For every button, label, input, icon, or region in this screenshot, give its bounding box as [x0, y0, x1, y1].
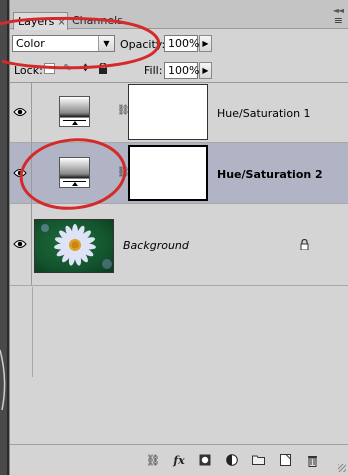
fill-slider-button[interactable]: ▶	[199, 62, 212, 79]
resize-grip[interactable]	[338, 464, 346, 472]
eye-icon[interactable]	[13, 107, 27, 117]
layer-name[interactable]: Hue/Saturation 1	[217, 107, 311, 120]
fill-label: Fill:	[144, 64, 163, 77]
opacity-input[interactable]: 100%	[164, 35, 199, 52]
close-icon[interactable]: ×	[57, 17, 65, 28]
chevron-down-icon[interactable]: ▼	[98, 36, 114, 51]
lock-position-icon[interactable]: ✥	[80, 63, 91, 74]
opacity-label: Opacity:	[120, 38, 166, 51]
trash-icon[interactable]	[306, 454, 318, 468]
layer-mask-thumbnail[interactable]	[128, 84, 208, 140]
blend-mode-value: Color	[16, 37, 45, 50]
tab-channels-label: Channels	[72, 14, 123, 27]
layer-mask-thumbnail[interactable]	[128, 145, 208, 201]
fill-input[interactable]: 100%	[164, 62, 199, 79]
add-mask-icon[interactable]	[198, 454, 212, 468]
eye-icon[interactable]	[13, 168, 27, 178]
eye-icon[interactable]	[13, 239, 27, 249]
canvas-edge	[0, 0, 9, 475]
layer-name[interactable]: Hue/Saturation 2	[217, 168, 323, 181]
visibility-cell[interactable]	[10, 143, 32, 203]
folder-icon[interactable]	[251, 454, 265, 468]
daisy-image	[41, 224, 112, 269]
layer-row-hue-saturation-2[interactable]: ⛓ Hue/Saturation 2	[10, 143, 348, 204]
layers-panel: Layers × Channels ◄◄ ≡ Color ▼ Opacity: 1…	[9, 0, 348, 475]
lock-label: Lock:	[14, 64, 43, 77]
new-layer-icon[interactable]	[279, 454, 291, 468]
layer-row-hue-saturation-1[interactable]: ⛓ Hue/Saturation 1	[10, 83, 348, 143]
lock-all-icon[interactable]	[97, 62, 108, 74]
opacity-slider-button[interactable]: ▶	[199, 35, 212, 52]
visibility-cell[interactable]	[10, 204, 32, 285]
adjustment-thumbnail-icon[interactable]	[59, 96, 90, 127]
lock-icon	[300, 238, 309, 253]
blend-mode-select[interactable]: Color ▼	[12, 35, 115, 52]
panel-bottom-toolbar: ⛓ fx	[10, 444, 348, 475]
canvas-curve	[0, 350, 6, 410]
tab-channels[interactable]: Channels	[68, 12, 130, 30]
panel-menu-icon[interactable]: ≡	[334, 14, 343, 27]
visibility-cell[interactable]	[10, 83, 32, 142]
eye-column-divider	[32, 287, 33, 377]
layer-name[interactable]: Background	[123, 239, 189, 252]
layer-row-background[interactable]: Background	[10, 204, 348, 286]
layers-list: ⛓ Hue/Saturation 1 ⛓ Hue/Saturation 2 Ba…	[10, 83, 348, 444]
fx-icon[interactable]: fx	[170, 454, 188, 468]
blend-opacity-row: Color ▼ Opacity: 100% ▶	[10, 30, 348, 58]
adjustment-thumbnail-icon[interactable]	[59, 157, 90, 188]
lock-image-icon[interactable]: ✎	[62, 63, 73, 74]
panel-tab-bar: Layers × Channels ◄◄ ≡	[10, 0, 348, 30]
tab-layers[interactable]: Layers ×	[13, 12, 68, 30]
adjustment-layer-icon[interactable]	[225, 454, 239, 468]
link-layers-icon[interactable]: ⛓	[145, 454, 161, 468]
layer-thumbnail[interactable]	[34, 219, 114, 273]
lock-transparency-icon[interactable]	[44, 63, 55, 74]
tab-layers-label: Layers	[18, 15, 55, 28]
lock-fill-row: Lock: ✎ ✥ Fill: 100% ▶	[10, 58, 348, 83]
